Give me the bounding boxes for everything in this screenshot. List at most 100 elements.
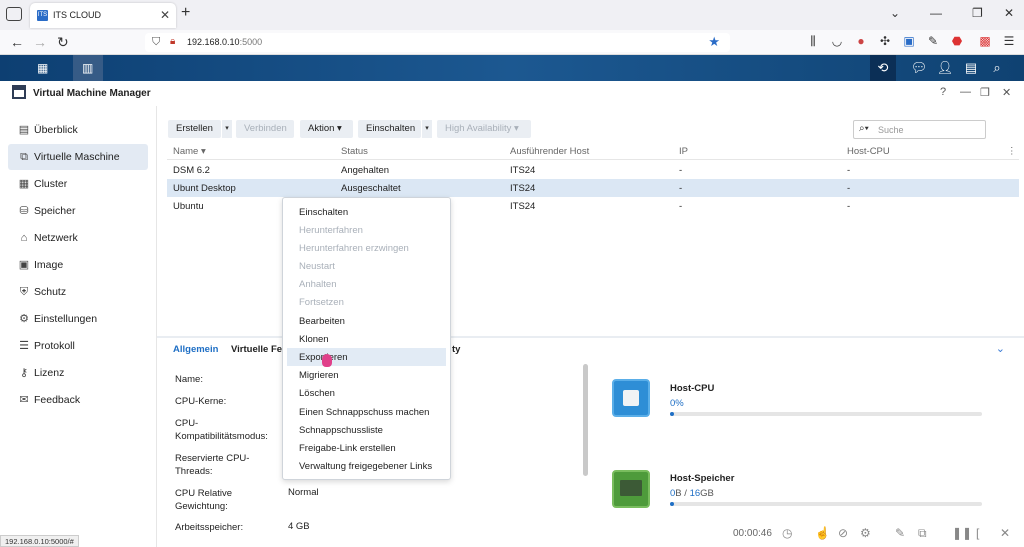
back-icon[interactable]: ← (10, 34, 24, 50)
capture-icon[interactable]: ⧉ (918, 526, 927, 541)
sidebar-item-storage[interactable]: ⛁ Speicher (8, 198, 148, 224)
column-header-name[interactable]: Name ▾ (173, 146, 206, 157)
collapse-chevron-icon[interactable]: ⌄ (996, 342, 1005, 355)
settings-icon[interactable]: ⚙ (860, 526, 871, 540)
widgets-icon[interactable]: ▤ (958, 55, 984, 81)
menu-item-restart[interactable]: Neustart (287, 257, 446, 275)
library-icon[interactable]: ⫼ (806, 34, 820, 48)
synology-assistant-icon[interactable]: ⟲ (870, 55, 896, 81)
restore-window-icon[interactable]: ❐ (972, 6, 983, 20)
sidebar-item-protection[interactable]: ⛨ Schutz (8, 279, 148, 305)
menu-item-migrate[interactable]: Migrieren (287, 366, 446, 384)
pause-icon[interactable]: ❚❚ (952, 526, 972, 540)
forward-icon[interactable]: → (33, 34, 47, 50)
menu-item-force-shutdown[interactable]: Herunterfahren erzwingen (287, 239, 446, 257)
draw-icon[interactable]: ✎ (895, 526, 905, 540)
sidebar-item-overview[interactable]: ▤ Überblick (8, 117, 148, 143)
high-availability-button[interactable]: High Availability ▾ (437, 120, 531, 138)
help-icon[interactable]: ? (940, 86, 946, 98)
detail-scrollbar[interactable] (583, 364, 588, 476)
window-title-bar[interactable]: Virtual Machine Manager ? — ❐ ✕ (0, 81, 1024, 106)
sidebar-item-network[interactable]: ⌂ Netzwerk (8, 225, 148, 251)
extension-blue-icon[interactable]: ▣ (902, 34, 916, 48)
timer-icon[interactable]: ◷ (782, 526, 792, 540)
hand-icon[interactable]: ☝ (815, 526, 830, 540)
main-menu-button[interactable]: ▦ (28, 55, 58, 81)
tab-general[interactable]: Allgemein (173, 344, 218, 355)
create-button[interactable]: Erstellen (168, 120, 221, 138)
chat-icon[interactable]: 💬︎ (906, 55, 932, 81)
mute-icon[interactable]: ⊘ (838, 526, 848, 540)
menu-item-create-share-link[interactable]: Freigabe-Link erstellen (287, 439, 446, 457)
sidebar-item-cluster[interactable]: ▦ Cluster (8, 171, 148, 197)
cell-status: Angehalten (341, 165, 390, 176)
close-icon[interactable]: ✕ (1002, 86, 1011, 99)
table-row[interactable]: Ubunt Desktop Ausgeschaltet ITS24 - - (167, 179, 1019, 197)
menu-item-resume[interactable]: Fortsetzen (287, 293, 446, 311)
address-bar[interactable]: ⛉ 🔒︎ 192.168.0.10:5000 ★ (145, 33, 730, 52)
column-header-host[interactable]: Ausführender Host (510, 146, 589, 157)
connect-button[interactable]: Verbinden (236, 120, 294, 138)
host-cpu-bar (670, 412, 982, 416)
extension-badge-icon[interactable]: ▩ (978, 34, 992, 48)
sidebar-item-virtual-machine[interactable]: ⧉ Virtuelle Maschine (8, 144, 148, 170)
cell-cpu: - (847, 165, 851, 176)
search-field[interactable]: ⌕▾ Suche (853, 120, 986, 139)
table-row[interactable]: DSM 6.2 Angehalten ITS24 - - (167, 161, 1019, 179)
vmm-taskbar-button[interactable]: ▥ (73, 55, 103, 81)
tab-virtual-devices[interactable]: Virtuelle Fe (231, 344, 282, 355)
reload-icon[interactable]: ↻ (57, 34, 69, 51)
sidebar-item-feedback[interactable]: ✉ Feedback (8, 387, 148, 413)
minimize-window-icon[interactable]: — (930, 6, 942, 20)
bookmark-star-icon[interactable]: ★ (708, 34, 720, 50)
insecure-lock-icon[interactable]: 🔒︎ (170, 36, 175, 47)
close-window-icon[interactable]: ✕ (1004, 6, 1014, 20)
tracking-shield-icon[interactable]: ⛉ (152, 36, 160, 49)
extensions-puzzle-icon[interactable]: ✣ (878, 34, 892, 48)
extension-red-icon[interactable]: ● (854, 34, 868, 48)
sidebar-item-settings[interactable]: ⚙ Einstellungen (8, 306, 148, 332)
column-header-ip[interactable]: IP (679, 146, 688, 157)
menu-item-power-on[interactable]: Einschalten (287, 203, 446, 221)
cell-host: ITS24 (510, 201, 536, 212)
column-menu-icon[interactable]: ⋮ (1007, 146, 1017, 157)
url-text[interactable]: 192.168.0.10:5000 (187, 37, 262, 47)
pocket-icon[interactable]: ◡ (830, 34, 844, 48)
cell-ip: - (679, 165, 683, 176)
action-button[interactable]: Aktion ▾ (300, 120, 353, 138)
create-dropdown-chevron-icon[interactable]: ▾ (222, 120, 232, 138)
search-input[interactable]: Suche (878, 125, 904, 135)
sidebar-item-license[interactable]: ⚷ Lizenz (8, 360, 148, 386)
pen-icon[interactable]: ✎ (926, 34, 940, 48)
sidebar-item-image[interactable]: ▣ Image (8, 252, 148, 278)
browser-tab[interactable]: ITS ITS CLOUD ✕ (30, 3, 176, 28)
close-tab-icon[interactable]: ✕ (160, 8, 170, 22)
menu-hamburger-icon[interactable]: ☰ (1002, 34, 1016, 48)
menu-item-pause[interactable]: Anhalten (287, 275, 446, 293)
menu-item-delete[interactable]: Löschen (287, 384, 446, 402)
minimize-icon[interactable]: — (960, 86, 971, 98)
menu-item-manage-shared-links[interactable]: Verwaltung freigegebener Links (287, 457, 446, 475)
close-overlay-icon[interactable]: ✕ (1000, 526, 1010, 540)
new-tab-icon[interactable]: + (181, 4, 190, 22)
menu-item-snapshot-list[interactable]: Schnappschussliste (287, 421, 446, 439)
bracket-icon[interactable]: [ (976, 526, 979, 540)
tab-high-availability[interactable]: ty (452, 344, 460, 355)
tab-list-icon[interactable] (6, 7, 22, 21)
menu-item-edit[interactable]: Bearbeiten (287, 312, 446, 330)
menu-item-take-snapshot[interactable]: Einen Schnappschuss machen (287, 403, 446, 421)
maximize-icon[interactable]: ❐ (980, 86, 990, 99)
key-icon: ⚷ (19, 367, 29, 379)
power-on-button[interactable]: Einschalten (358, 120, 421, 138)
sidebar-item-log[interactable]: ☰ Protokoll (8, 333, 148, 359)
menu-item-shutdown[interactable]: Herunterfahren (287, 221, 446, 239)
power-dropdown-chevron-icon[interactable]: ▾ (422, 120, 432, 138)
user-icon[interactable]: 👤︎ (932, 55, 958, 81)
column-header-status[interactable]: Status (341, 146, 368, 157)
tab-overflow-chevron-icon[interactable]: ⌄ (890, 6, 900, 20)
menu-item-export[interactable]: Exportieren (287, 348, 446, 366)
adblock-icon[interactable]: ⬣ (950, 34, 964, 48)
column-header-host-cpu[interactable]: Host-CPU (847, 146, 890, 157)
search-icon[interactable]: ⌕ (984, 55, 1010, 81)
menu-item-clone[interactable]: Klonen (287, 330, 446, 348)
